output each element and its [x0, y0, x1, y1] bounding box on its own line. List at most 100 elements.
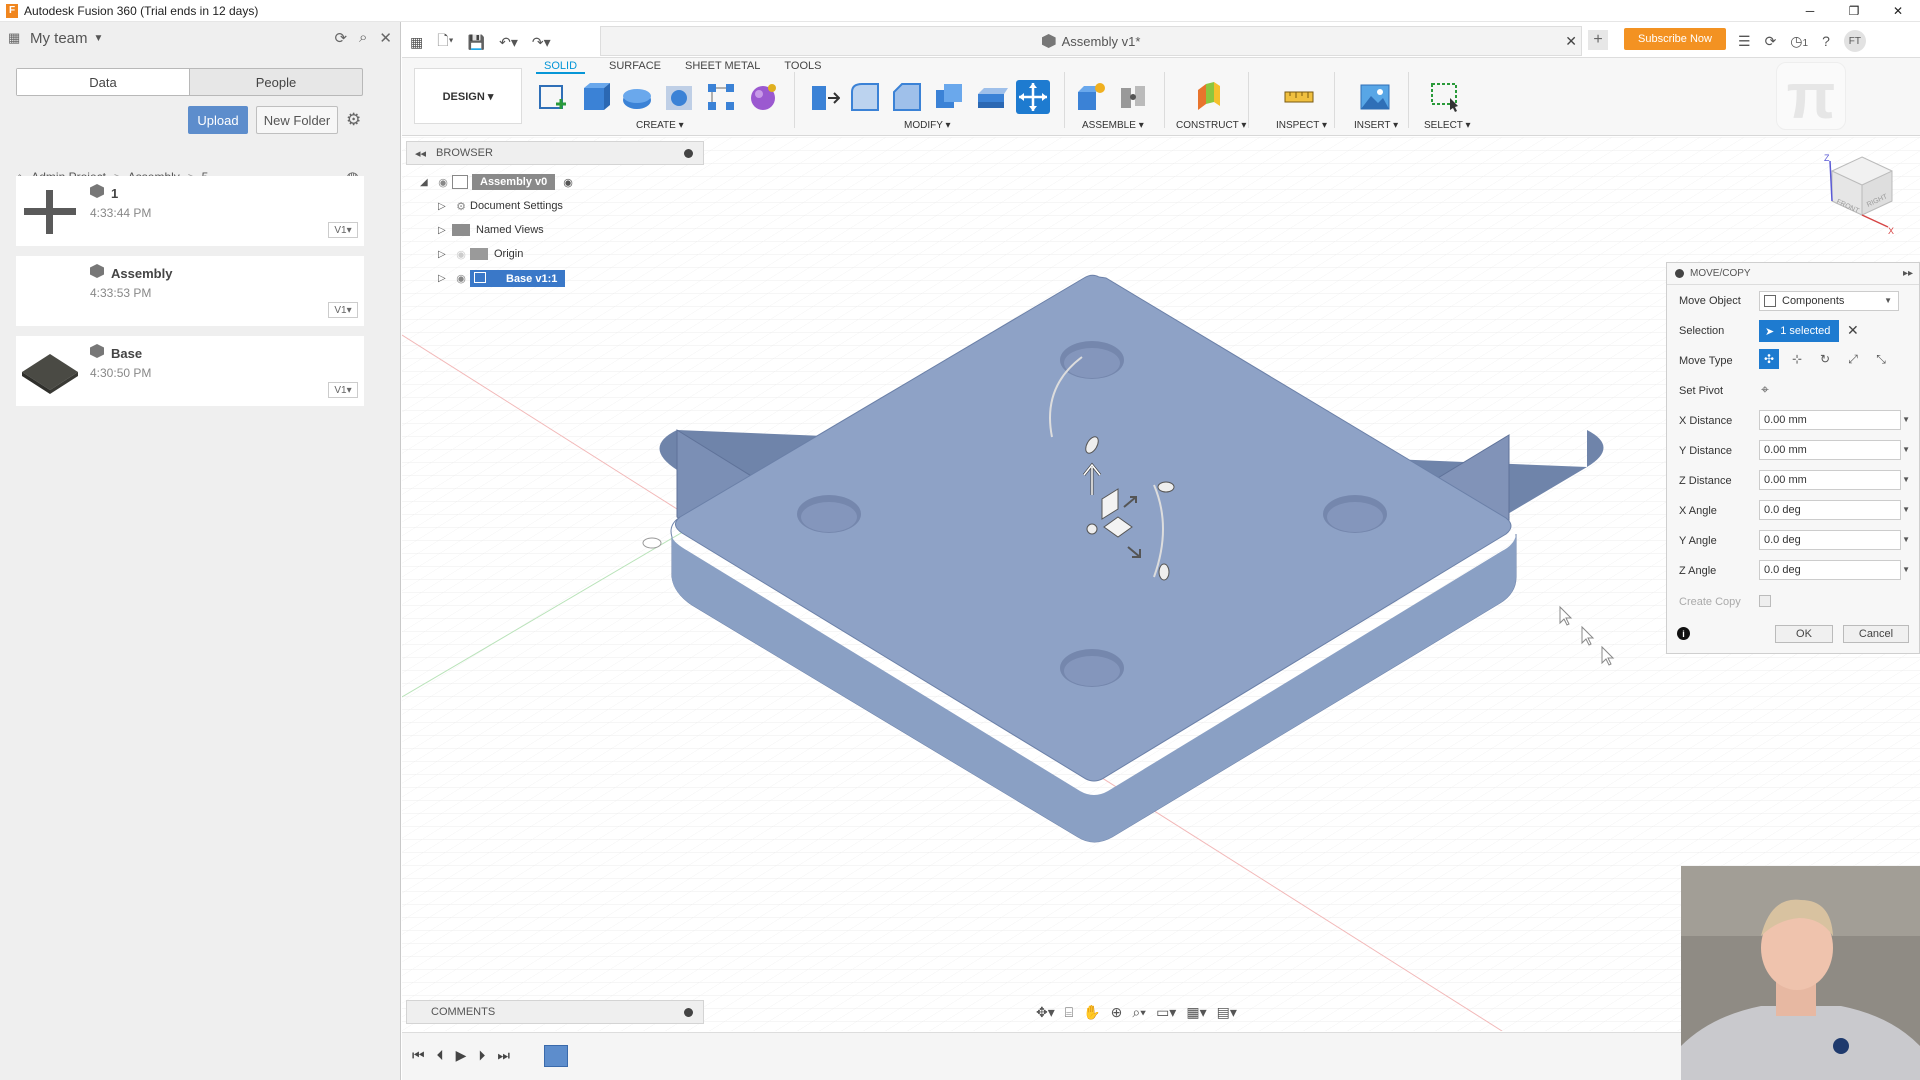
chevron-down-icon[interactable]: ▼	[1902, 475, 1910, 484]
chevron-down-icon[interactable]: ▼	[1902, 445, 1910, 454]
search-icon[interactable]: ⌕	[359, 29, 367, 47]
look-at-icon[interactable]: ⌸	[1065, 1004, 1073, 1021]
redo-icon[interactable]: ↷▾	[532, 34, 551, 51]
grid-settings-icon[interactable]: ▦▾	[1186, 1004, 1206, 1021]
pan-icon[interactable]: ✋	[1083, 1004, 1100, 1021]
expand-triangle-icon[interactable]: ▷	[438, 201, 452, 212]
close-panel-icon[interactable]: ✕	[379, 29, 392, 47]
z-distance-field[interactable]: 0.00 mm ▼	[1759, 470, 1910, 490]
tab-data[interactable]: Data	[17, 69, 190, 95]
form-icon[interactable]	[746, 80, 780, 114]
version-badge[interactable]: V1▾	[328, 222, 358, 238]
point-to-point-icon[interactable]: ⤢	[1843, 349, 1863, 369]
tab-sheet-metal[interactable]: SHEET METAL	[685, 58, 784, 74]
rotate-icon[interactable]: ↻	[1815, 349, 1835, 369]
move-copy-icon[interactable]	[1016, 80, 1050, 114]
z-angle-field[interactable]: 0.0 deg ▼	[1759, 560, 1910, 580]
undo-icon[interactable]: ↶▾	[499, 34, 518, 51]
orbit-icon[interactable]: ✥▾	[1036, 1004, 1055, 1021]
y-distance-field[interactable]: 0.00 mm ▼	[1759, 440, 1910, 460]
collapse-triangle-icon[interactable]: ◢	[420, 177, 434, 188]
fillet-icon[interactable]	[848, 80, 882, 114]
offset-plane-icon[interactable]	[1192, 80, 1226, 114]
display-settings-icon[interactable]: ▭▾	[1156, 1004, 1176, 1021]
list-item[interactable]: Base 4:30:50 PM V1▾	[16, 336, 364, 406]
help-icon[interactable]: ?	[1822, 33, 1830, 49]
translate-xyz-icon[interactable]: ⊹	[1787, 349, 1807, 369]
collapse-browser-icon[interactable]: ◂◂	[415, 147, 426, 160]
create-menu[interactable]: CREATE ▾	[636, 120, 684, 131]
job-status-icon[interactable]: ☰	[1738, 33, 1751, 50]
visibility-eye-icon[interactable]: ◉	[452, 248, 470, 261]
insert-canvas-icon[interactable]	[1358, 80, 1392, 114]
tree-row-root[interactable]: ◢ ◉ Assembly v0 ◉	[420, 170, 720, 194]
selection-button[interactable]: ➤ 1 selected	[1759, 320, 1839, 342]
dialog-pin-icon[interactable]	[1675, 269, 1684, 278]
chevron-down-icon[interactable]: ▼	[1902, 505, 1910, 514]
clear-selection-icon[interactable]: ✕	[1847, 322, 1859, 339]
step-forward-icon[interactable]: ⏵	[478, 1047, 485, 1064]
minimize-icon[interactable]: ─	[1788, 0, 1832, 22]
chamfer-icon[interactable]	[890, 80, 924, 114]
press-pull-icon[interactable]	[806, 80, 840, 114]
joint-icon[interactable]	[1116, 80, 1150, 114]
combine-icon[interactable]	[974, 80, 1008, 114]
go-to-start-icon[interactable]: ⏮	[412, 1047, 425, 1064]
timeline-feature-icon[interactable]	[544, 1045, 568, 1067]
create-copy-checkbox[interactable]	[1759, 595, 1771, 607]
list-item[interactable]: 1 4:33:44 PM V1▾	[16, 176, 364, 246]
chevron-down-icon[interactable]: ▼	[1902, 535, 1910, 544]
chevron-down-icon[interactable]: ▼	[1902, 415, 1910, 424]
workspace-switcher[interactable]: DESIGN ▾	[414, 68, 522, 124]
select-menu[interactable]: SELECT ▾	[1424, 120, 1471, 131]
comments-panel-header[interactable]: COMMENTS	[406, 1000, 704, 1024]
x-angle-field[interactable]: 0.0 deg ▼	[1759, 500, 1910, 520]
save-icon[interactable]: 💾	[468, 34, 485, 51]
play-icon[interactable]: ▶	[456, 1047, 467, 1064]
version-badge[interactable]: V1▾	[328, 382, 358, 398]
point-to-position-icon[interactable]: ⤡	[1871, 349, 1891, 369]
restore-icon[interactable]: ❐	[1832, 0, 1876, 22]
expand-triangle-icon[interactable]: ▷	[438, 273, 452, 284]
activate-radio-icon[interactable]: ◉	[563, 176, 573, 189]
tree-row-base[interactable]: ▷ ◉ Base v1:1	[420, 266, 720, 290]
assemble-menu[interactable]: ASSEMBLE ▾	[1082, 120, 1144, 131]
visibility-eye-icon[interactable]: ◉	[452, 272, 470, 285]
create-sketch-icon[interactable]	[536, 80, 570, 114]
set-pivot-icon[interactable]: ⌖	[1761, 381, 1769, 398]
construct-menu[interactable]: CONSTRUCT ▾	[1176, 120, 1246, 131]
free-move-icon[interactable]: ✣	[1759, 349, 1779, 369]
hole-icon[interactable]	[662, 80, 696, 114]
tab-surface[interactable]: SURFACE	[609, 58, 685, 74]
insert-menu[interactable]: INSERT ▾	[1354, 120, 1398, 131]
gear-icon[interactable]: ⚙	[346, 110, 361, 130]
close-window-icon[interactable]: ✕	[1876, 0, 1920, 22]
new-component-icon[interactable]	[1074, 80, 1108, 114]
selected-component-label[interactable]: Base v1:1	[470, 269, 566, 287]
list-item[interactable]: Assembly 4:33:53 PM V1▾	[16, 256, 364, 326]
go-to-end-icon[interactable]: ⏭	[497, 1047, 510, 1064]
browser-pin-icon[interactable]	[684, 149, 693, 158]
avatar[interactable]: FT	[1843, 30, 1866, 52]
shell-icon[interactable]	[932, 80, 966, 114]
upload-button[interactable]: Upload	[188, 106, 248, 134]
step-back-icon[interactable]: ⏴	[437, 1047, 444, 1064]
team-selector[interactable]: My team	[30, 30, 88, 47]
chevron-down-icon[interactable]: ▼	[94, 33, 104, 44]
zoom-icon[interactable]: ⊕	[1111, 1004, 1123, 1021]
subscribe-button[interactable]: Subscribe Now	[1624, 28, 1726, 50]
tab-solid[interactable]: SOLID	[536, 58, 586, 74]
comments-pin-icon[interactable]	[684, 1008, 693, 1017]
expand-triangle-icon[interactable]: ▷	[438, 225, 452, 236]
tab-people[interactable]: People	[190, 69, 362, 95]
fit-icon[interactable]: ⌕▾	[1132, 1004, 1146, 1021]
root-component-label[interactable]: Assembly v0	[472, 174, 556, 190]
cancel-button[interactable]: Cancel	[1843, 625, 1909, 643]
revolve-icon[interactable]	[620, 80, 654, 114]
file-menu-icon[interactable]: 🗋▾	[437, 30, 453, 54]
measure-icon[interactable]	[1282, 80, 1316, 114]
info-icon[interactable]: i	[1677, 627, 1690, 640]
extrude-icon[interactable]	[578, 80, 612, 114]
y-angle-field[interactable]: 0.0 deg ▼	[1759, 530, 1910, 550]
tree-row-origin[interactable]: ▷ ◉ Origin	[420, 242, 720, 266]
